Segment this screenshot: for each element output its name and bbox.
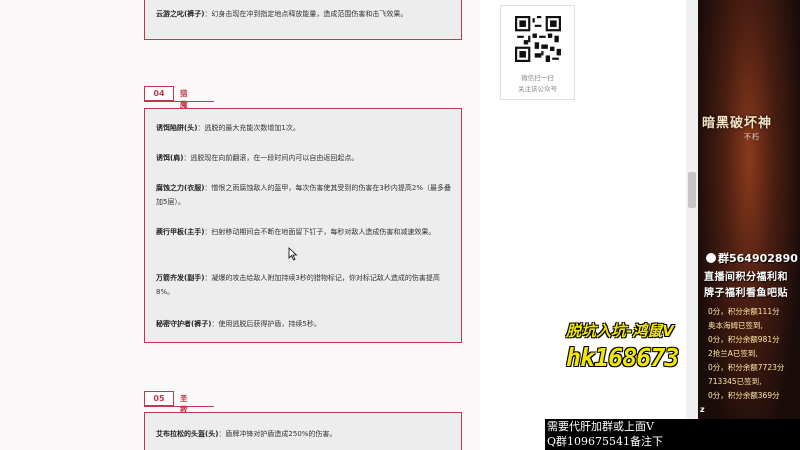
section-number: 05 (144, 391, 174, 406)
chat-message: 0分，积分余额111分 (708, 307, 780, 316)
qq-group-label: 群564902890 (706, 250, 798, 266)
overlay-promo-text: 脱坑入坑-鸿鼠V (566, 322, 674, 340)
section-number: 04 (144, 86, 174, 101)
chat-message: 0分，积分余额369分 (708, 391, 780, 400)
skill-name: 秘密守护者(裤子) (156, 320, 212, 328)
skill-text: ：扫射移动期间会不断在地面留下钉子，每秒对敌人造成伤害和减速效果。 (204, 228, 436, 236)
skill-item: 诱饵陷阱(头)：逃脱的最大充能次数增加1次。 (156, 121, 451, 135)
chat-feed: 0分，积分余额111分 奥本海姆已签到, 0分，积分余额981分 2抢兰A已签到… (698, 304, 800, 414)
skill-text: ：盾牌冲锋对护盾造成250%的伤害。 (218, 430, 337, 438)
qq-group-number: 群564902890 (718, 252, 798, 265)
skill-item: 秘密守护者(裤子)：使用逃脱后获得护盾，持续5秒。 (156, 317, 451, 331)
stream-sidebar: 暗黑破坏神 不朽 群564902890 直播间积分福利和 牌子福利看鱼吧贴 0分… (698, 0, 800, 450)
skill-name: 腐蚀之力(衣服) (156, 184, 205, 192)
skill-name: 诱饵陷阱(头) (156, 124, 198, 132)
qq-penguin-icon (706, 253, 716, 263)
skill-text: ：逃脱现在向前翻滚，在一段时间内可以自由返回起点。 (183, 154, 359, 162)
skill-box-05: 艾布拉松的头盔(头)：盾牌冲锋对护盾造成250%的伤害。 (144, 412, 462, 450)
skill-text: ：使用逃脱后获得护盾，持续5秒。 (211, 320, 321, 328)
mouse-cursor-icon (288, 247, 298, 261)
skill-item: 艾布拉松的头盔(头)：盾牌冲锋对护盾造成250%的伤害。 (156, 427, 451, 441)
skill-item: 腐蚀之力(衣服)：憎恨之雨腐蚀敌人的盔甲，每次伤害使其受到的伤害在3秒内提高2%… (156, 181, 451, 209)
skill-name: 万箭齐发(副手) (156, 274, 205, 282)
scrollbar-thumb[interactable] (688, 172, 696, 208)
article-page: 云游之叱(裤子)：幻身击现在冲到指定地点释放能量，造成范围伤害和击飞效果。 04… (0, 0, 698, 450)
qr-code-icon (515, 16, 561, 62)
qr-card[interactable]: 微信扫一扫 关注该公众号 (500, 5, 575, 100)
skill-name: 蒺行甲板(主手) (156, 228, 205, 236)
skill-item: 万箭齐发(副手)：凝爆的攻击给敌人附加持续3秒的猎物标记，你对标记敌人造成的伤害… (156, 271, 451, 299)
promo-line1: 直播间积分福利和 (704, 272, 788, 283)
game-subtitle: 不朽 (744, 133, 760, 141)
vertical-scrollbar[interactable] (686, 0, 698, 450)
skill-text: ：幻身击现在冲到指定地点释放能量，造成范围伤害和击飞效果。 (204, 10, 408, 18)
ticker-line1: 需要代肝加群或上面V (547, 420, 654, 433)
skill-name: 诱饵(肩) (156, 154, 184, 162)
overlay-contact-id: hk168673 (566, 343, 679, 372)
skill-box-04: 诱饵陷阱(头)：逃脱的最大充能次数增加1次。 诱饵(肩)：逃脱现在向前翻滚，在一… (144, 108, 462, 343)
qr-caption-line2: 关注该公众号 (518, 85, 557, 93)
chat-message: 奥本海姆已签到, (708, 321, 763, 330)
skill-item: 诱饵(肩)：逃脱现在向前翻滚，在一段时间内可以自由返回起点。 (156, 151, 451, 165)
promo-line2: 牌子福利看鱼吧贴 (704, 288, 788, 299)
skill-item: 蒺行甲板(主手)：扫射移动期间会不断在地面留下钉子，每秒对敌人造成伤害和减速效果… (156, 225, 451, 239)
ticker-line2: Q群109675541备注下 (547, 435, 664, 448)
section-underline (144, 101, 214, 102)
chat-message: 0分，积分余额7723分 (708, 363, 785, 372)
bottom-ticker: 需要代肝加群或上面V Q群109675541备注下 (545, 419, 800, 450)
game-title: 暗黑破坏神 (702, 116, 773, 131)
chat-message: 713345已签到, (708, 377, 762, 386)
section-underline (144, 406, 214, 407)
chat-message: 2抢兰A已签到, (708, 349, 758, 358)
chat-message: 0分，积分余额981分 (708, 335, 780, 344)
skill-name: 艾布拉松的头盔(头) (156, 430, 219, 438)
skill-text: ：逃脱的最大充能次数增加1次。 (197, 124, 300, 132)
z-label: z (700, 405, 705, 414)
qr-caption-line1: 微信扫一扫 (521, 74, 554, 82)
top-skill-item: 云游之叱(裤子)：幻身击现在冲到指定地点释放能量，造成范围伤害和击飞效果。 (156, 7, 451, 21)
skill-name: 云游之叱(裤子) (156, 10, 205, 18)
top-skill-box: 云游之叱(裤子)：幻身击现在冲到指定地点释放能量，造成范围伤害和击飞效果。 (144, 0, 462, 40)
